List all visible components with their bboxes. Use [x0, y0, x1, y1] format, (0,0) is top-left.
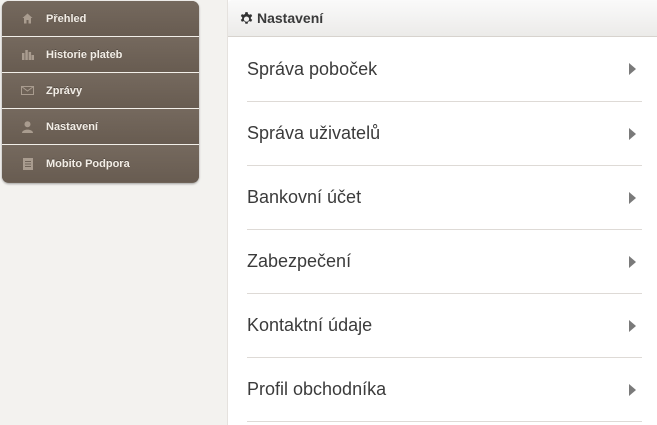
menu-item-label: Kontaktní údaje: [247, 315, 373, 335]
page-title: Nastavení: [257, 10, 324, 26]
menu-item-kontaktni-udaje[interactable]: Kontaktní údaje: [247, 294, 642, 358]
chevron-right-icon: [629, 383, 636, 396]
sidebar-item-nastaveni[interactable]: Nastavení: [2, 109, 199, 145]
chevron-right-icon: [629, 63, 636, 75]
sidebar-item-mobito-podpora[interactable]: Mobito Podpora: [2, 145, 199, 182]
sidebar-item-label: Historie plateb: [46, 48, 123, 61]
menu-item-sprava-pobocek[interactable]: Správa poboček: [247, 37, 642, 102]
menu-item-bankovni-ucet[interactable]: Bankovní účet: [247, 166, 642, 230]
bar-chart-icon: [21, 48, 34, 61]
chevron-right-icon: [629, 191, 636, 204]
sidebar-item-label: Mobito Podpora: [46, 157, 130, 170]
sidebar-item-label: Zprávy: [46, 84, 83, 97]
menu-item-profil-obchodnika[interactable]: Profil obchodníka: [247, 358, 642, 422]
sidebar-item-prehled[interactable]: Přehled: [2, 1, 199, 37]
settings-panel: Nastavení Správa poboček Správa uživatel…: [227, 0, 657, 425]
envelope-icon: [21, 84, 34, 97]
panel-header: Nastavení: [228, 0, 657, 37]
settings-menu: Správa poboček Správa uživatelů Bankovní…: [228, 37, 657, 422]
menu-item-label: Správa uživatelů: [247, 123, 381, 143]
chevron-right-icon: [629, 255, 636, 268]
menu-item-label: Správa poboček: [247, 58, 378, 79]
sidebar-item-label: Přehled: [46, 12, 87, 25]
menu-item-label: Zabezpečení: [247, 251, 352, 271]
chevron-right-icon: [629, 319, 636, 332]
sidebar-item-historie-plateb[interactable]: Historie plateb: [2, 37, 199, 73]
gear-icon: [239, 11, 254, 26]
menu-item-sprava-uzivatelu[interactable]: Správa uživatelů: [247, 102, 642, 166]
document-icon: [21, 157, 34, 170]
chevron-right-icon: [629, 127, 636, 140]
menu-item-label: Profil obchodníka: [247, 379, 387, 399]
home-icon: [21, 12, 34, 25]
sidebar-item-zpravy[interactable]: Zprávy: [2, 73, 199, 109]
menu-item-label: Bankovní účet: [247, 187, 362, 207]
sidebar: Přehled Historie plateb Zprávy Nastavení…: [2, 1, 199, 183]
user-icon: [21, 120, 34, 133]
menu-item-zabezpeceni[interactable]: Zabezpečení: [247, 230, 642, 294]
sidebar-item-label: Nastavení: [46, 120, 98, 133]
page: Přehled Historie plateb Zprávy Nastavení…: [0, 0, 657, 425]
